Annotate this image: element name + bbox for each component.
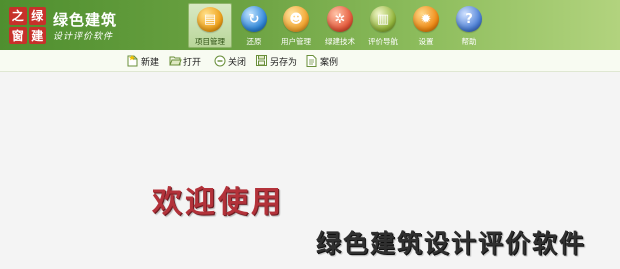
new-file-icon [127,55,138,67]
logo-char: 之 [9,7,27,25]
close-label: 关闭 [228,57,247,68]
open-button[interactable]: 打开 [169,54,201,68]
nav-label: 还原 [246,37,262,46]
new-label: 新建 [141,57,160,68]
nav-user-management[interactable]: ☻ 用户管理 [274,3,318,48]
nav-evaluation-guide[interactable]: ▥ 评价导航 [361,3,405,48]
nav-label: 用户管理 [281,37,311,46]
nav-green-tech[interactable]: ✲ 绿建技术 [318,3,362,48]
new-button[interactable]: 新建 [127,54,159,68]
save-as-label: 另存为 [270,57,298,68]
case-label: 案例 [320,57,339,68]
header-bar: 之 绿 窗 建 绿色建筑 设计评价软件 ▤ 项目管理 ↻ 还原 ☻ 用户管理 ✲… [0,0,620,50]
app-logo: 之 绿 窗 建 [9,7,46,44]
case-button[interactable]: 案例 [306,54,338,68]
logo-char: 建 [28,26,46,44]
project-folder-icon: ▤ [197,7,223,32]
tech-network-icon: ✲ [327,6,353,32]
brand-title: 绿色建筑 [53,11,118,29]
save-as-button[interactable]: 另存为 [256,54,297,68]
close-button[interactable]: 关闭 [214,54,246,68]
nav-project-management[interactable]: ▤ 项目管理 [188,3,232,48]
nav-help[interactable]: ? 帮助 [447,3,491,48]
logo-char: 窗 [9,26,27,44]
save-disk-icon [256,55,267,67]
gear-icon: ✹ [413,6,439,32]
nav-restore[interactable]: ↻ 还原 [232,3,276,48]
open-label: 打开 [183,57,202,68]
nav-label: 评价导航 [368,37,398,46]
case-document-icon [306,55,317,67]
logo-char: 绿 [28,7,46,25]
nav-label: 绿建技术 [325,37,355,46]
product-name: 绿色建筑设计评价软件 [316,229,587,258]
user-icon: ☻ [283,6,309,32]
nav-label: 设置 [418,37,434,46]
help-icon: ? [456,6,482,32]
welcome-text: 欢迎使用 [152,185,284,220]
file-toolbar: 新建 打开 关闭 另存为 案例 [0,50,620,72]
nav-label: 项目管理 [195,37,225,46]
nav-settings[interactable]: ✹ 设置 [404,3,448,48]
close-circle-icon [214,55,226,67]
book-icon: ▥ [370,6,396,32]
folder-open-icon [169,55,182,67]
brand-subtitle: 设计评价软件 [53,32,114,42]
restore-icon: ↻ [241,6,267,32]
nav-label: 帮助 [461,37,477,46]
